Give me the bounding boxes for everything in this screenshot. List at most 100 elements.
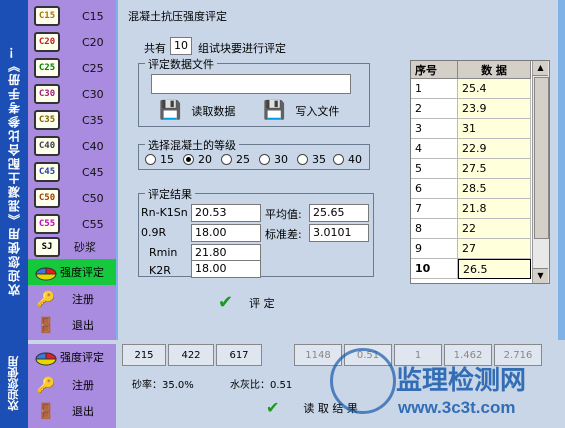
file-group-title: 评定数据文件 <box>145 56 217 72</box>
row-value[interactable]: 22 <box>458 219 531 239</box>
ratio-cell: 617 <box>216 344 262 366</box>
table-row[interactable]: 8 22 <box>411 219 531 239</box>
write-file-button[interactable]: 💾 写入文件 <box>263 100 339 121</box>
sidebar-item-c45[interactable]: C45 C45 <box>28 159 116 185</box>
sidebar-item-c35[interactable]: C35 C35 <box>28 107 116 133</box>
exit-door-icon: 🚪 <box>36 316 56 334</box>
watermark-url: www.3c3t.com <box>398 398 516 417</box>
sidebar-item-c40[interactable]: C40 C40 <box>28 133 116 159</box>
grade-radio-25[interactable]: 25 <box>221 153 250 166</box>
sidebar-item-c15[interactable]: C15 C15 <box>28 3 116 29</box>
radio-dot <box>333 154 344 165</box>
mortar-icon: SJ <box>34 237 60 257</box>
sidebar-item-c30[interactable]: C30 C30 <box>28 81 116 107</box>
row-value[interactable]: 27.5 <box>458 159 531 179</box>
row-value[interactable]: 21.8 <box>458 199 531 219</box>
sidebar-item-c25[interactable]: C25 C25 <box>28 55 116 81</box>
row-value[interactable]: 22.9 <box>458 139 531 159</box>
table-row[interactable]: 7 21.8 <box>411 199 531 219</box>
grade-radio-40[interactable]: 40 <box>333 153 362 166</box>
rmin-label: Rmin <box>149 246 178 259</box>
row-value[interactable]: 23.9 <box>458 99 531 119</box>
radio-dot <box>297 154 308 165</box>
radio-label: 35 <box>312 153 326 166</box>
grade-radio-15[interactable]: 15 <box>145 153 174 166</box>
grade-radio-20[interactable]: 20 <box>183 153 212 166</box>
sidebar-item-label: C15 <box>82 9 104 23</box>
group-count-input[interactable]: 10 <box>170 37 192 55</box>
c15-icon: C15 <box>34 6 60 26</box>
sand-ratio-text: 砂率：35.0% <box>132 380 194 391</box>
row-value[interactable]: 25.4 <box>458 79 531 99</box>
table-row[interactable]: 5 27.5 <box>411 159 531 179</box>
c35-icon: C35 <box>34 110 60 130</box>
c30-icon: C30 <box>34 84 60 104</box>
row-value[interactable]: 26.5 <box>458 259 531 279</box>
sidebar-item-label: C55 <box>82 217 104 231</box>
read-data-button[interactable]: 💾 读取数据 <box>159 100 235 121</box>
row-value[interactable]: 28.5 <box>458 179 531 199</box>
sidebar-item-register[interactable]: 🔑 注册 <box>28 286 116 312</box>
ratio-cell: 422 <box>168 344 214 366</box>
radio-label: 20 <box>198 153 212 166</box>
radio-dot <box>221 154 232 165</box>
radio-label: 25 <box>236 153 250 166</box>
radio-label: 40 <box>348 153 362 166</box>
radio-dot <box>183 154 194 165</box>
sidebar-item-c50[interactable]: C50 C50 <box>28 185 116 211</box>
file-path-input[interactable] <box>151 74 351 94</box>
table-row[interactable]: 9 27 <box>411 239 531 259</box>
sidebar-item-label: C35 <box>82 113 104 127</box>
sidebar-item-label: C30 <box>82 87 104 101</box>
row-value[interactable]: 31 <box>458 119 531 139</box>
scroll-thumb[interactable] <box>534 77 549 239</box>
row-index: 3 <box>411 119 458 139</box>
sidebar-item-label: C45 <box>82 165 104 179</box>
sidebar-item-label: C40 <box>82 139 104 153</box>
sidebar-item-exit[interactable]: 🚪 退出 <box>28 312 116 338</box>
c55-icon: C55 <box>34 214 60 234</box>
sidebar-item-label: 注册 <box>72 293 94 306</box>
evaluate-button[interactable]: ✔ 评 定 <box>218 292 275 313</box>
table-row[interactable]: 6 28.5 <box>411 179 531 199</box>
std-value: 3.0101 <box>309 224 369 242</box>
grade-radio-35[interactable]: 35 <box>297 153 326 166</box>
row-index: 8 <box>411 219 458 239</box>
sidebar-item-mortar[interactable]: SJ 砂浆 <box>28 234 116 260</box>
table-scrollbar[interactable]: ▲ ▼ <box>532 61 549 283</box>
data-table[interactable]: 序号 数 据 1 25.4 2 23.9 3 31 4 22.9 5 27.5 6 28.5… <box>410 60 550 284</box>
result-group-title: 评定结果 <box>145 186 195 202</box>
row-value[interactable]: 27 <box>458 239 531 259</box>
bottom-item-strength[interactable]: 强度评定 <box>28 344 116 370</box>
table-row[interactable]: 4 22.9 <box>411 139 531 159</box>
check-icon: ✔ <box>266 398 280 417</box>
table-row[interactable]: 1 25.4 <box>411 79 531 99</box>
table-row[interactable]: 3 31 <box>411 119 531 139</box>
floppy-read-icon: 💾 <box>159 100 182 121</box>
grade-group-title: 选择混凝土的等级 <box>145 137 239 153</box>
scroll-down-icon[interactable]: ▼ <box>533 268 548 283</box>
count-prefix: 共有 <box>144 42 166 55</box>
mean-label: 平均值: <box>265 208 302 221</box>
grade-sidebar: C15 C15 C20 C20 C25 C25 C30 C30 C35 C35 … <box>28 0 116 340</box>
sidebar-item-label: 强度评定 <box>60 266 104 279</box>
scroll-up-icon[interactable]: ▲ <box>533 61 548 76</box>
bottom-item-register[interactable]: 🔑 注册 <box>28 372 116 398</box>
table-row[interactable]: 2 23.9 <box>411 99 531 119</box>
welcome-banner-lower: 欢迎您使用 <box>0 340 28 428</box>
sidebar-item-strength[interactable]: 强度评定 <box>28 259 116 285</box>
page-title: 混凝土抗压强度评定 <box>128 10 227 23</box>
table-row[interactable]: 10 26.5 <box>411 259 531 279</box>
sidebar-item-label: C25 <box>82 61 104 75</box>
sidebar-item-c20[interactable]: C20 C20 <box>28 29 116 55</box>
sidebar-item-label: 退出 <box>72 319 94 332</box>
watermark-text: 监理检测网 <box>396 366 527 396</box>
grade-radio-30[interactable]: 30 <box>259 153 288 166</box>
bottom-item-exit[interactable]: 🚪 退出 <box>28 398 116 424</box>
bottom-sidebar: 强度评定 🔑 注册 🚪 退出 <box>28 344 116 428</box>
pie-chart-icon <box>34 348 58 366</box>
result-group: 评定结果 Rn-K1Sn 20.53 0.9R 18.00 Rmin 21.80… <box>138 186 374 278</box>
mean-value: 25.65 <box>309 204 369 222</box>
row-index: 10 <box>411 259 458 279</box>
std-label: 标准差: <box>265 228 302 241</box>
